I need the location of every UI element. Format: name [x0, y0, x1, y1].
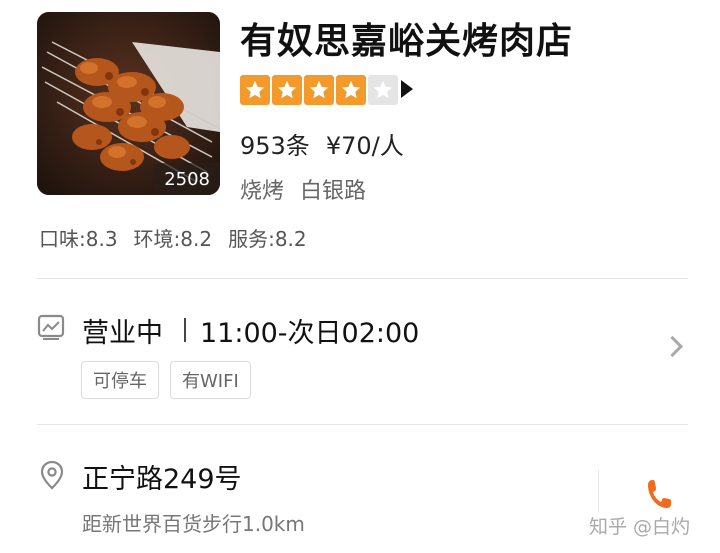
opening-hours: 11:00-次日02:00	[200, 318, 420, 349]
watermark: 知乎 @白灼	[589, 516, 691, 538]
hours-separator	[184, 318, 186, 342]
star-filled-icon	[336, 75, 366, 105]
score-row: 口味:8.3 环境:8.2 服务:8.2	[39, 223, 323, 252]
taste-score: 口味:8.3	[39, 227, 118, 251]
category-row: 烧烤 白银路	[240, 173, 366, 205]
shop-hours-icon	[37, 314, 65, 344]
avg-price: ¥70/人	[325, 132, 404, 160]
chevron-right-icon[interactable]	[661, 335, 684, 358]
shop-title: 有奴思嘉峪关烤肉店	[240, 21, 574, 62]
open-status: 营业中	[82, 318, 163, 349]
star-filled-icon	[272, 75, 302, 105]
tag-parking: 可停车	[81, 361, 159, 399]
review-price-row: 953条 ¥70/人	[240, 126, 404, 161]
review-count: 953条	[240, 132, 310, 160]
location-pin-icon	[40, 460, 64, 494]
distance-info: 距新世界百货步行1.0km	[82, 512, 305, 536]
star-filled-icon	[240, 75, 270, 105]
category-label: 烧烤	[240, 179, 285, 204]
environment-score: 环境:8.2	[133, 227, 213, 251]
star-rating	[240, 75, 400, 105]
section-divider	[37, 278, 688, 279]
rating-arrow-icon[interactable]	[401, 80, 413, 98]
area-label: 白银路	[300, 179, 367, 204]
phone-icon[interactable]	[645, 477, 673, 515]
facility-tags: 可停车 有WIFI	[81, 361, 262, 399]
star-filled-icon	[304, 75, 334, 105]
photo-count-badge: 2508	[154, 163, 220, 195]
section-divider	[37, 424, 688, 425]
service-score: 服务:8.2	[228, 227, 307, 251]
shop-photo[interactable]: 2508	[37, 12, 220, 195]
address[interactable]: 正宁路249号	[82, 457, 242, 496]
vertical-divider	[598, 470, 599, 512]
tag-wifi: 有WIFI	[170, 361, 251, 399]
star-empty-icon	[368, 75, 398, 105]
